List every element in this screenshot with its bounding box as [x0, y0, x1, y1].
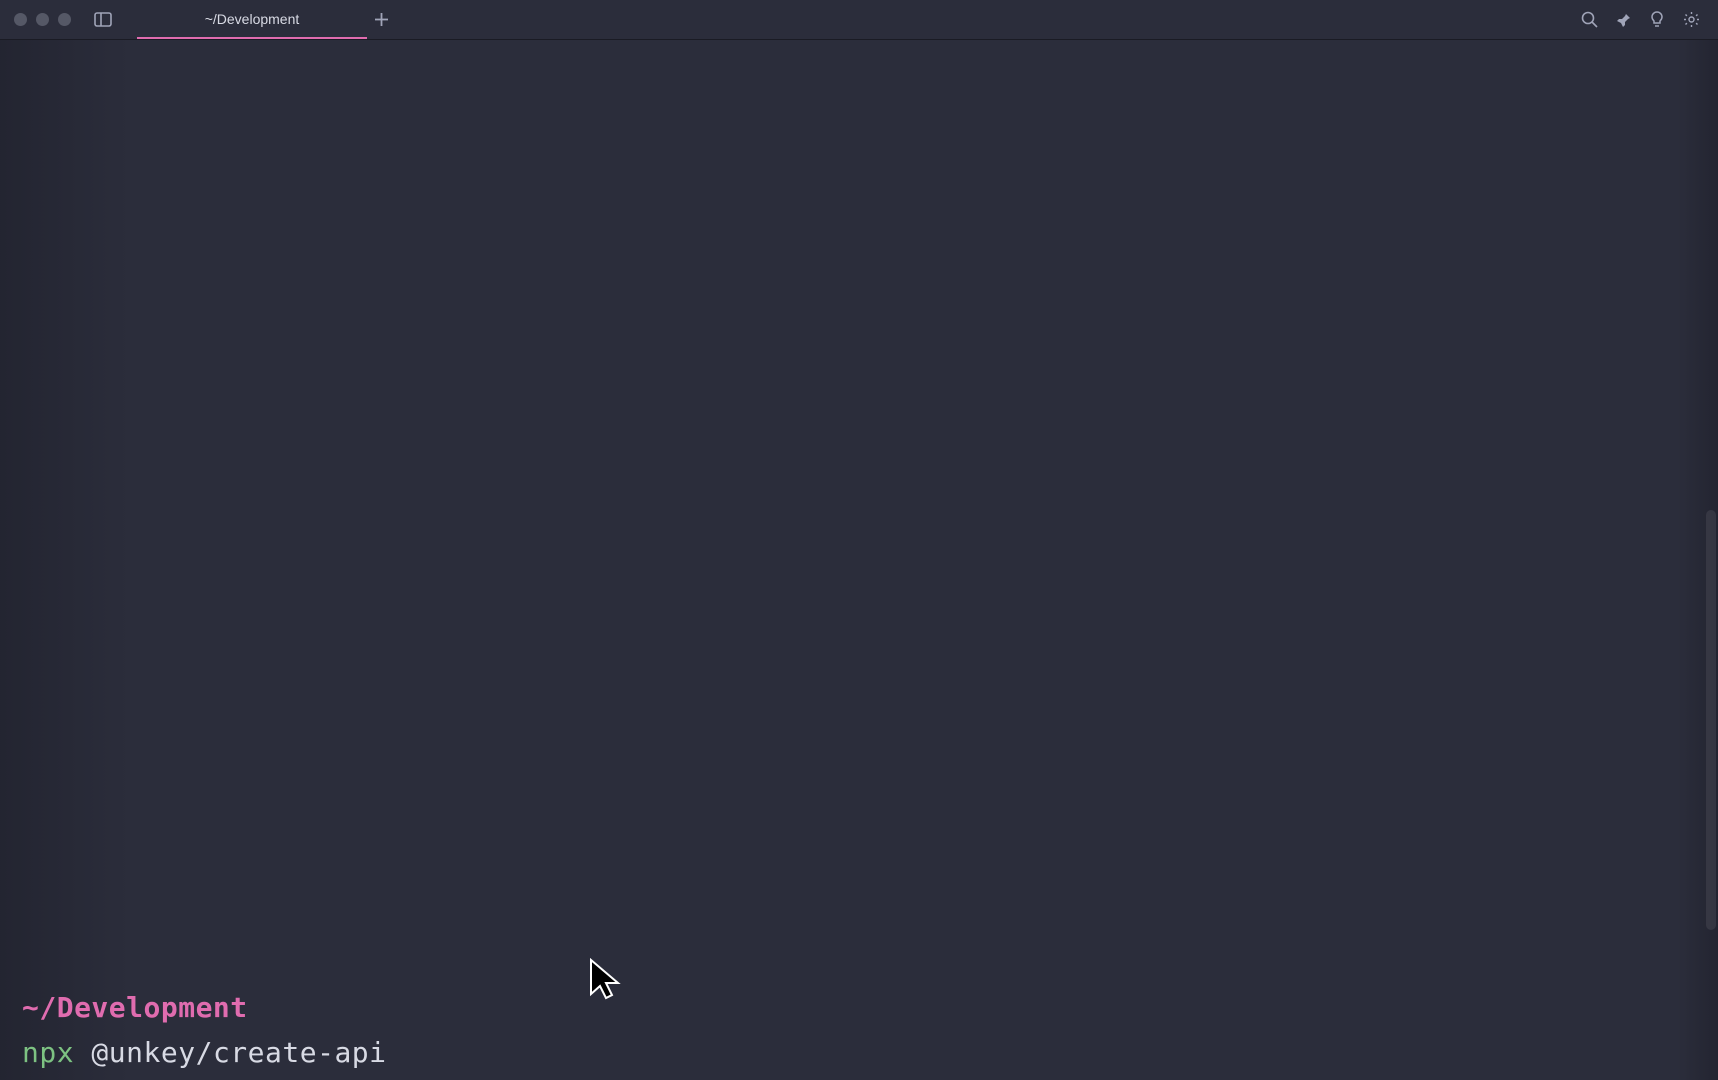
pin-icon: [1615, 12, 1631, 28]
search-icon: [1581, 11, 1598, 28]
new-tab-button[interactable]: [367, 0, 395, 39]
scrollbar-thumb[interactable]: [1706, 510, 1716, 930]
panel-toggle-button[interactable]: [93, 10, 113, 30]
gear-icon: [1683, 11, 1700, 28]
lightbulb-icon: [1650, 11, 1664, 29]
command-executable: npx: [22, 1036, 74, 1069]
settings-button[interactable]: [1682, 11, 1700, 29]
prompt-cwd: ~/Development: [22, 986, 1714, 1031]
prompt-area: ~/Development npx @unkey/create-api: [0, 986, 1718, 1080]
command-line[interactable]: npx @unkey/create-api: [22, 1031, 1714, 1076]
plus-icon: [375, 13, 388, 26]
search-button[interactable]: [1580, 11, 1598, 29]
window-controls: [10, 13, 71, 26]
maximize-window-button[interactable]: [58, 13, 71, 26]
pin-button[interactable]: [1614, 11, 1632, 29]
close-window-button[interactable]: [14, 13, 27, 26]
tab-development[interactable]: ~/Development: [137, 0, 367, 39]
panel-icon: [94, 12, 112, 27]
hint-button[interactable]: [1648, 11, 1666, 29]
minimize-window-button[interactable]: [36, 13, 49, 26]
terminal-viewport[interactable]: ~/Development npx @unkey/create-api: [0, 40, 1718, 1080]
shadow-left: [0, 40, 130, 1080]
title-bar: ~/Development: [0, 0, 1718, 40]
tab-title: ~/Development: [205, 11, 300, 27]
command-arguments: @unkey/create-api: [74, 1036, 386, 1069]
toolbar-right: [1580, 11, 1708, 29]
tab-bar: ~/Development: [137, 0, 395, 39]
